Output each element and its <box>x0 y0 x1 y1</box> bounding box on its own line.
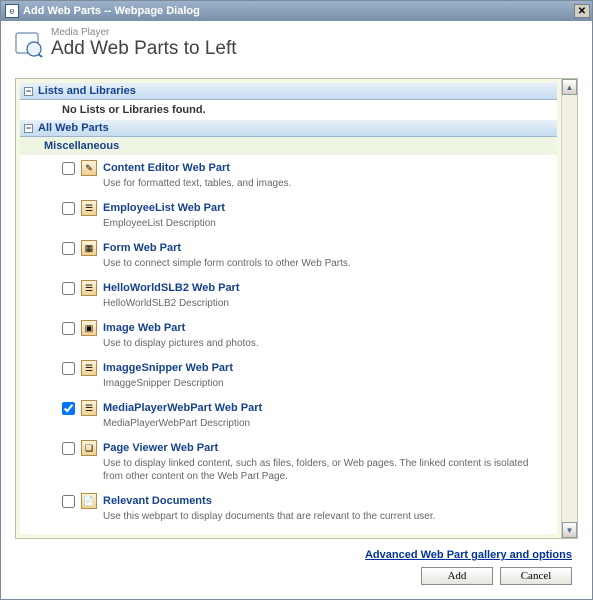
item-description: ImaggeSnipper Description <box>62 377 549 390</box>
cancel-button[interactable]: Cancel <box>500 567 572 585</box>
section-all[interactable]: − All Web Parts <box>20 120 557 137</box>
scroll-up-button[interactable]: ▲ <box>562 79 577 95</box>
item-description: MediaPlayerWebPart Description <box>62 417 549 430</box>
item-title[interactable]: Relevant Documents <box>103 495 212 507</box>
scrollbar[interactable]: ▲ ▼ <box>561 79 577 538</box>
header-icon <box>15 30 43 58</box>
header: Media Player Add Web Parts to Left <box>1 21 592 64</box>
scroll-down-button[interactable]: ▼ <box>562 522 577 538</box>
item-checkbox[interactable] <box>62 162 75 175</box>
item-checkbox[interactable] <box>62 362 75 375</box>
item-title[interactable]: Image Web Part <box>103 322 185 334</box>
webpart-item: ☰ MediaPlayerWebPart Web Part MediaPlaye… <box>20 395 557 435</box>
collapse-icon[interactable]: − <box>24 87 33 96</box>
close-button[interactable]: ✕ <box>574 4 590 18</box>
section-lists[interactable]: − Lists and Libraries <box>20 83 557 100</box>
webpart-icon: ✎ <box>81 160 97 176</box>
section-all-label: All Web Parts <box>38 122 109 134</box>
title-bar: e Add Web Parts -- Webpage Dialog ✕ <box>1 1 592 21</box>
webpart-item: ❏ Page Viewer Web Part Use to display li… <box>20 435 557 488</box>
item-description: Use to display pictures and photos. <box>62 337 549 350</box>
dialog-window: e Add Web Parts -- Webpage Dialog ✕ Medi… <box>0 0 593 600</box>
item-title[interactable]: HelloWorldSLB2 Web Part <box>103 282 240 294</box>
item-description: Use to display linked content, such as f… <box>62 457 549 483</box>
item-title[interactable]: Content Editor Web Part <box>103 162 230 174</box>
header-subtitle: Media Player <box>51 27 237 38</box>
list-scroll[interactable]: − Lists and Libraries No Lists or Librar… <box>20 83 557 534</box>
item-title[interactable]: Form Web Part <box>103 242 181 254</box>
item-description: Use to connect simple form controls to o… <box>62 257 549 270</box>
webpart-item: ✎ Content Editor Web Part Use for format… <box>20 155 557 195</box>
item-checkbox[interactable] <box>62 322 75 335</box>
advanced-link[interactable]: Advanced Web Part gallery and options <box>365 549 572 561</box>
header-title: Add Web Parts to Left <box>51 38 237 60</box>
item-description: EmployeeList Description <box>62 217 549 230</box>
add-button[interactable]: Add <box>421 567 493 585</box>
webpart-item: ☰ HelloWorldSLB2 Web Part HelloWorldSLB2… <box>20 275 557 315</box>
item-checkbox[interactable] <box>62 242 75 255</box>
collapse-icon[interactable]: − <box>24 124 33 133</box>
item-checkbox[interactable] <box>62 402 75 415</box>
webpart-icon: ☰ <box>81 360 97 376</box>
webpart-item: ☰ EmployeeList Web Part EmployeeList Des… <box>20 195 557 235</box>
webpart-item: ▣ Image Web Part Use to display pictures… <box>20 315 557 355</box>
webpart-icon: ☰ <box>81 280 97 296</box>
group-header: Miscellaneous <box>20 137 557 155</box>
item-checkbox[interactable] <box>62 442 75 455</box>
list-box: − Lists and Libraries No Lists or Librar… <box>15 78 578 539</box>
webpart-item: ▦ Form Web Part Use to connect simple fo… <box>20 235 557 275</box>
empty-message: No Lists or Libraries found. <box>20 100 557 120</box>
webpart-icon: ▣ <box>81 320 97 336</box>
window-title: Add Web Parts -- Webpage Dialog <box>23 5 574 17</box>
item-title[interactable]: MediaPlayerWebPart Web Part <box>103 402 262 414</box>
app-icon: e <box>5 4 19 18</box>
item-checkbox[interactable] <box>62 495 75 508</box>
item-description: Use for formatted text, tables, and imag… <box>62 177 549 190</box>
item-checkbox[interactable] <box>62 282 75 295</box>
webpart-icon: ☰ <box>81 400 97 416</box>
item-description: Use this webpart to display documents th… <box>62 510 549 523</box>
item-title[interactable]: EmployeeList Web Part <box>103 202 225 214</box>
content: − Lists and Libraries No Lists or Librar… <box>1 64 592 599</box>
webpart-item: 📄 Relevant Documents Use this webpart to… <box>20 488 557 528</box>
section-lists-label: Lists and Libraries <box>38 85 136 97</box>
scroll-track[interactable] <box>562 95 577 522</box>
webpart-item: ☰ ImaggeSnipper Web Part ImaggeSnipper D… <box>20 355 557 395</box>
item-description: HelloWorldSLB2 Description <box>62 297 549 310</box>
webpart-icon: ▦ <box>81 240 97 256</box>
webpart-icon: 📄 <box>81 493 97 509</box>
item-checkbox[interactable] <box>62 202 75 215</box>
button-row: Add Cancel <box>15 567 578 585</box>
item-title[interactable]: Page Viewer Web Part <box>103 442 218 454</box>
webpart-icon: ☰ <box>81 200 97 216</box>
webpart-icon: ❏ <box>81 440 97 456</box>
item-title[interactable]: ImaggeSnipper Web Part <box>103 362 233 374</box>
